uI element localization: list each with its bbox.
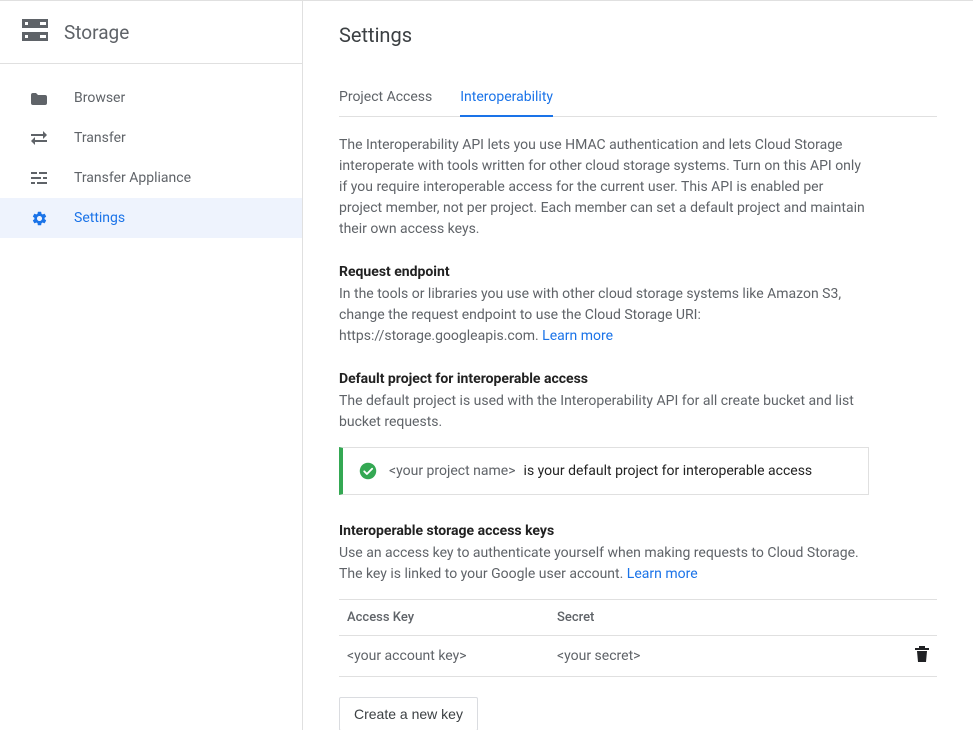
sidebar-item-label: Transfer <box>74 130 126 146</box>
section-access-keys: Interoperable storage access keys Use an… <box>339 523 937 730</box>
sidebar-item-settings[interactable]: Settings <box>0 198 302 238</box>
access-keys-heading: Interoperable storage access keys <box>339 523 937 539</box>
section-request-endpoint: Request endpoint In the tools or librari… <box>339 264 937 347</box>
table-row: <your account key> <your secret> <box>339 636 937 676</box>
sidebar-header: Storage <box>0 1 302 64</box>
table-header: Access Key Secret <box>339 600 937 636</box>
page-title: Settings <box>339 23 937 47</box>
access-keys-body: Use an access key to authenticate yourse… <box>339 543 869 585</box>
tab-interoperability[interactable]: Interoperability <box>460 89 553 117</box>
default-project-heading: Default project for interoperable access <box>339 371 937 387</box>
transfer-appliance-icon <box>30 169 48 187</box>
trash-icon[interactable] <box>915 646 929 666</box>
browser-icon <box>30 89 48 107</box>
column-access-key: Access Key <box>347 610 557 625</box>
default-project-body: The default project is used with the Int… <box>339 391 869 433</box>
sidebar-nav: Browser Transfer Transfer Appliance Sett… <box>0 64 302 238</box>
sidebar-title: Storage <box>64 21 129 44</box>
transfer-icon <box>30 129 48 147</box>
gear-icon <box>30 209 48 227</box>
callout-text: <your project name> is your default proje… <box>389 463 812 479</box>
sidebar-item-transfer-appliance[interactable]: Transfer Appliance <box>0 158 302 198</box>
access-keys-learn-more-link[interactable]: Learn more <box>627 566 698 582</box>
sidebar-item-transfer[interactable]: Transfer <box>0 118 302 158</box>
create-key-button[interactable]: Create a new key <box>339 697 478 730</box>
default-project-callout: <your project name> is your default proje… <box>339 447 869 495</box>
cell-action <box>899 646 929 666</box>
callout-project-name: <your project name> <box>389 463 516 479</box>
sidebar-item-label: Transfer Appliance <box>74 170 191 186</box>
storage-icon <box>22 19 48 45</box>
access-keys-body-text: Use an access key to authenticate yourse… <box>339 545 859 582</box>
column-secret: Secret <box>557 610 899 625</box>
endpoint-learn-more-link[interactable]: Learn more <box>542 328 613 344</box>
section-default-project: Default project for interoperable access… <box>339 371 937 495</box>
check-circle-icon <box>359 462 377 480</box>
sidebar-item-browser[interactable]: Browser <box>0 78 302 118</box>
sidebar-item-label: Settings <box>74 210 125 226</box>
endpoint-body: In the tools or libraries you use with o… <box>339 284 869 347</box>
callout-suffix: is your default project for interoperabl… <box>524 463 813 479</box>
tabs: Project Access Interoperability <box>339 89 937 117</box>
tab-project-access[interactable]: Project Access <box>339 89 432 116</box>
sidebar-item-label: Browser <box>74 90 125 106</box>
cell-access-key: <your account key> <box>347 648 557 664</box>
sidebar: Storage Browser Transfer Transfer Applia… <box>0 1 303 730</box>
intro-text: The Interoperability API lets you use HM… <box>339 135 869 240</box>
cell-secret: <your secret> <box>557 648 899 664</box>
access-keys-table: Access Key Secret <your account key> <yo… <box>339 599 937 677</box>
endpoint-heading: Request endpoint <box>339 264 937 280</box>
main-content: Settings Project Access Interoperability… <box>303 1 973 730</box>
